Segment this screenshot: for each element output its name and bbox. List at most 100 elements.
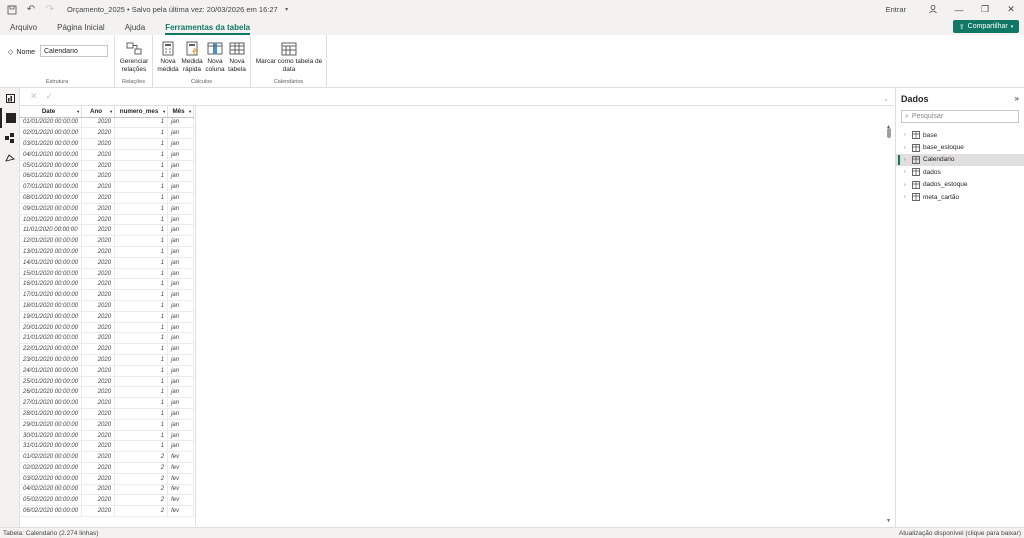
- restore-button[interactable]: ❐: [972, 4, 998, 15]
- table-cell[interactable]: 01/01/2020 00:00:00: [20, 117, 83, 129]
- table-row[interactable]: 10/01/2020 00:00:00 2020 1 jan: [20, 214, 195, 226]
- table-cell[interactable]: 31/01/2020 00:00:00: [20, 440, 83, 453]
- table-cell[interactable]: 1: [114, 386, 169, 399]
- table-row[interactable]: 30/01/2020 00:00:00 2020 1 jan: [20, 430, 195, 442]
- scroll-thumb[interactable]: [887, 128, 891, 138]
- table-cell[interactable]: jan: [167, 440, 195, 453]
- table-cell[interactable]: 06/02/2020 00:00:00: [20, 505, 83, 517]
- table-cell[interactable]: jan: [167, 343, 195, 356]
- table-row[interactable]: 27/01/2020 00:00:00 2020 1 jan: [20, 397, 195, 410]
- data-table-item[interactable]: › dados: [896, 166, 1024, 178]
- table-cell[interactable]: 2020: [81, 278, 116, 291]
- table-cell[interactable]: 2020: [81, 343, 116, 356]
- table-row[interactable]: 08/01/2020 00:00:00 2020 1 jan: [20, 192, 195, 204]
- table-cell[interactable]: 2020: [81, 451, 116, 463]
- table-row[interactable]: 19/01/2020 00:00:00 2020 1 jan: [20, 311, 195, 323]
- tab-pagina-inicial[interactable]: Página Inicial: [47, 23, 115, 35]
- tab-ajuda[interactable]: Ajuda: [115, 23, 155, 35]
- table-row[interactable]: 28/01/2020 00:00:00 2020 1 jan: [20, 408, 195, 420]
- table-cell[interactable]: 2020: [81, 149, 116, 161]
- filter-dropdown-icon[interactable]: ▼: [76, 109, 80, 114]
- table-cell[interactable]: 19/01/2020 00:00:00: [20, 311, 83, 323]
- table-cell[interactable]: 2020: [81, 203, 116, 215]
- table-cell[interactable]: 15/01/2020 00:00:00: [20, 268, 83, 280]
- table-cell[interactable]: jan: [167, 170, 195, 183]
- table-cell[interactable]: 1: [114, 127, 169, 140]
- table-cell[interactable]: 1: [114, 430, 169, 442]
- table-cell[interactable]: jan: [167, 117, 195, 129]
- table-cell[interactable]: 1: [114, 224, 169, 237]
- table-cell[interactable]: 05/02/2020 00:00:00: [20, 494, 83, 507]
- table-cell[interactable]: jan: [167, 127, 195, 140]
- table-cell[interactable]: jan: [167, 354, 195, 366]
- scroll-down-icon[interactable]: ▼: [886, 518, 891, 524]
- table-cell[interactable]: fev: [167, 451, 195, 463]
- data-table-item[interactable]: › meta_cartão: [896, 191, 1024, 203]
- table-cell[interactable]: jan: [167, 181, 195, 194]
- table-cell[interactable]: 2020: [81, 170, 116, 183]
- close-button[interactable]: ✕: [998, 4, 1024, 15]
- update-available-link[interactable]: Atualização disponível (clique para baix…: [899, 530, 1021, 537]
- column-header-date[interactable]: Date ▼: [20, 106, 83, 118]
- table-row[interactable]: 01/02/2020 00:00:00 2020 2 fev: [20, 451, 195, 463]
- table-cell[interactable]: 1: [114, 322, 169, 334]
- table-cell[interactable]: 10/01/2020 00:00:00: [20, 214, 83, 226]
- table-row[interactable]: 01/01/2020 00:00:00 2020 1 jan: [20, 117, 195, 129]
- table-row[interactable]: 11/01/2020 00:00:00 2020 1 jan: [20, 224, 195, 237]
- table-cell[interactable]: 2020: [81, 462, 116, 474]
- table-row[interactable]: 06/02/2020 00:00:00 2020 2 fev: [20, 505, 195, 517]
- table-row[interactable]: 22/01/2020 00:00:00 2020 1 jan: [20, 343, 195, 356]
- table-cell[interactable]: 2020: [81, 300, 116, 312]
- table-row[interactable]: 02/01/2020 00:00:00 2020 1 jan: [20, 127, 195, 140]
- sign-in-link[interactable]: Entrar: [886, 5, 906, 14]
- table-row[interactable]: 21/01/2020 00:00:00 2020 1 jan: [20, 332, 195, 345]
- table-cell[interactable]: 12/01/2020 00:00:00: [20, 235, 83, 248]
- table-cell[interactable]: 2020: [81, 214, 116, 226]
- table-cell[interactable]: 07/01/2020 00:00:00: [20, 181, 83, 194]
- share-button[interactable]: ⇪ Compartilhar ▾: [953, 20, 1019, 33]
- table-cell[interactable]: 2020: [81, 138, 116, 150]
- table-cell[interactable]: fev: [167, 462, 195, 474]
- tab-arquivo[interactable]: Arquivo: [0, 23, 47, 35]
- table-row[interactable]: 24/01/2020 00:00:00 2020 1 jan: [20, 365, 195, 377]
- table-cell[interactable]: jan: [167, 300, 195, 312]
- table-row[interactable]: 29/01/2020 00:00:00 2020 1 jan: [20, 419, 195, 431]
- table-cell[interactable]: 1: [114, 235, 169, 248]
- table-cell[interactable]: 03/02/2020 00:00:00: [20, 473, 83, 485]
- table-cell[interactable]: jan: [167, 235, 195, 248]
- table-cell[interactable]: 1: [114, 354, 169, 366]
- table-row[interactable]: 04/01/2020 00:00:00 2020 1 jan: [20, 149, 195, 161]
- chevron-right-icon[interactable]: ›: [904, 169, 909, 175]
- table-cell[interactable]: 30/01/2020 00:00:00: [20, 430, 83, 442]
- table-cell[interactable]: 1: [114, 214, 169, 226]
- table-cell[interactable]: jan: [167, 278, 195, 291]
- table-row[interactable]: 14/01/2020 00:00:00 2020 1 jan: [20, 257, 195, 269]
- table-cell[interactable]: 2020: [81, 332, 116, 345]
- table-cell[interactable]: 04/01/2020 00:00:00: [20, 149, 83, 161]
- filter-dropdown-icon[interactable]: ▼: [162, 109, 166, 114]
- table-cell[interactable]: 1: [114, 300, 169, 312]
- table-row[interactable]: 04/02/2020 00:00:00 2020 2 fev: [20, 484, 195, 496]
- table-cell[interactable]: 1: [114, 376, 169, 388]
- table-row[interactable]: 03/01/2020 00:00:00 2020 1 jan: [20, 138, 195, 150]
- table-cell[interactable]: 2: [114, 505, 169, 517]
- table-cell[interactable]: jan: [167, 268, 195, 280]
- table-cell[interactable]: 2: [114, 451, 169, 463]
- table-cell[interactable]: 02/02/2020 00:00:00: [20, 462, 83, 474]
- table-row[interactable]: 31/01/2020 00:00:00 2020 1 jan: [20, 440, 195, 453]
- column-header-numero-mes[interactable]: numero_mes ▼: [114, 106, 169, 118]
- table-row[interactable]: 05/02/2020 00:00:00 2020 2 fev: [20, 494, 195, 507]
- table-cell[interactable]: jan: [167, 246, 195, 258]
- table-cell[interactable]: 1: [114, 149, 169, 161]
- table-cell[interactable]: 2020: [81, 419, 116, 431]
- table-cell[interactable]: 1: [114, 117, 169, 129]
- commit-formula-icon[interactable]: ✓: [46, 91, 54, 102]
- table-cell[interactable]: 1: [114, 440, 169, 453]
- table-row[interactable]: 07/01/2020 00:00:00 2020 1 jan: [20, 181, 195, 194]
- table-cell[interactable]: jan: [167, 311, 195, 323]
- table-cell[interactable]: 25/01/2020 00:00:00: [20, 376, 83, 388]
- table-cell[interactable]: 1: [114, 278, 169, 291]
- table-cell[interactable]: 2020: [81, 440, 116, 453]
- table-cell[interactable]: 17/01/2020 00:00:00: [20, 289, 83, 302]
- table-cell[interactable]: 2020: [81, 289, 116, 302]
